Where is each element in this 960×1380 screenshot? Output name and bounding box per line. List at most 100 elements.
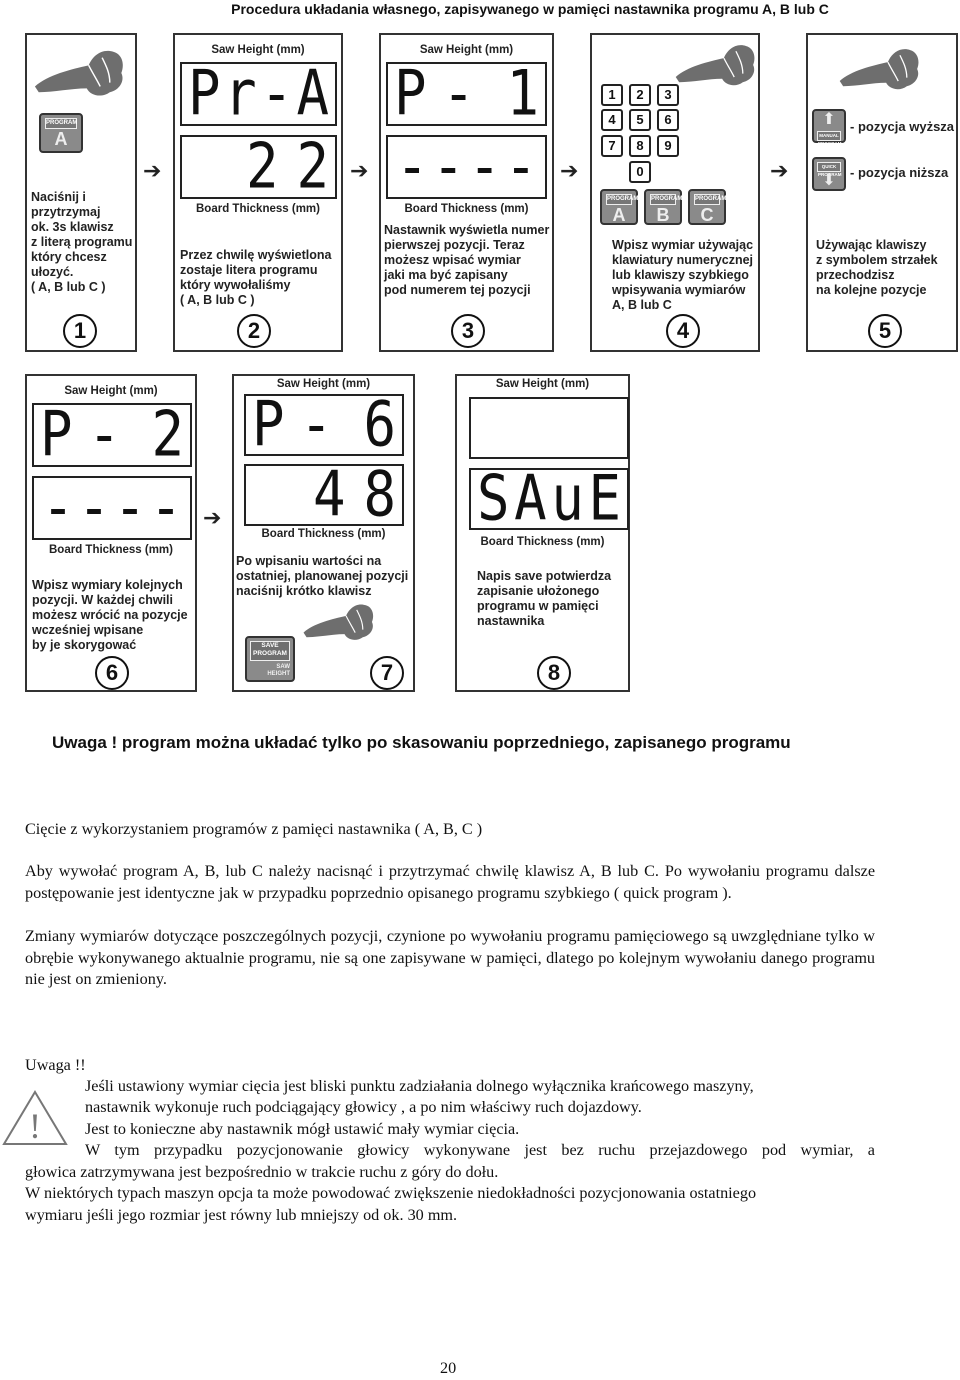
keypad-key-3[interactable]: 3 [657,84,679,106]
lcd-digit: E [588,462,621,535]
section-heading: Cięcie z wykorzystaniem programów z pami… [25,820,483,838]
caution-heading: Uwaga !! [25,1056,86,1074]
board-thickness-display: S A u E [469,462,629,535]
keypad-key-4[interactable]: 4 [601,109,623,131]
position-up-key[interactable]: ⬆ MANUAL PROGRAM [812,109,846,146]
arrow-right-icon: ➔ [203,505,222,530]
step-4-description: Wpisz wymiar używając klawiatury numeryc… [612,238,754,312]
step-5-number: 5 [868,314,902,348]
keypad-key-5[interactable]: 5 [629,109,651,131]
board-thickness-label: Board Thickness (mm) [196,203,320,215]
save-program-key[interactable]: SAVE PROGRAM SAW HEIGHT [245,636,295,682]
lcd-digit: A [296,57,329,130]
position-down-label: - pozycja niższa [850,165,949,180]
program-a-key[interactable]: PROGRAM A [600,189,638,225]
step-3-description: Nastawnik wyświetla numer pierwszej pozy… [384,223,550,297]
lcd-digit: A [514,462,547,535]
program-key-letter: A [612,205,626,225]
board-thickness-label: Board Thickness (mm) [49,544,173,556]
page-number: 20 [440,1359,457,1377]
lcd-digit: 2 [151,398,184,471]
section-paragraph-2: Zmiany wymiarów dotyczące poszczególnych… [25,927,875,988]
step-1-panel: PROGRAM A Naciśnij i przytrzymaj ok. 3s … [25,33,137,352]
lcd-digit: P [394,57,427,130]
lcd-digit: - [77,471,111,544]
board-thickness-label: Board Thickness (mm) [261,528,386,540]
lcd-digit: - [88,398,121,471]
step-4-number: 4 [666,314,700,348]
keypad-key-1[interactable]: 1 [601,84,623,106]
step-2-panel: Saw Height (mm) P r - A 2 2 Board Thickn… [173,33,343,352]
step-8-description: Napis save potwierdza zapisanie ułożoneg… [477,569,612,628]
arrow-up-icon: ⬆ [822,111,836,128]
program-a-key[interactable]: PROGRAM A [39,113,83,153]
board-thickness-label: Board Thickness (mm) [480,536,605,548]
board-thickness-display: 4 8 [244,458,404,531]
caution-line-5: głowica zatrzymywana jest bezpośrednio w… [25,1163,499,1181]
step-5-description: Używając klawiszy z symbolem strzałek pr… [816,238,938,297]
step-7-description: Po wpisaniu wartości na ostatniej, plano… [236,554,409,598]
lcd-digit: 1 [506,57,539,130]
section-paragraph-1: Aby wywołać program A, B, lub C należy n… [25,862,875,902]
caution-line-2: nastawnik wykonuje ruch podciągający gło… [85,1098,642,1116]
lcd-digit: - [300,388,333,461]
step-2-number: 2 [237,314,271,348]
lcd-digit: - [395,130,429,203]
lcd-digit: P [252,388,285,461]
arrow-down-icon: ⬇ [822,172,836,189]
keypad-key-6[interactable]: 6 [657,109,679,131]
arrow-right-icon: ➔ [350,158,369,183]
lcd-digit: S [477,462,510,535]
saw-height-display [469,397,629,459]
lcd-digit: - [442,57,475,130]
saw-height-label: Saw Height (mm) [64,385,158,397]
page-title: Procedura układania własnego, zapisywane… [231,1,829,17]
arrow-right-icon: ➔ [770,158,789,183]
program-b-key[interactable]: PROGRAM B [644,189,682,225]
arrow-right-icon: ➔ [560,158,579,183]
lcd-digit: 2 [296,130,329,203]
step-5-panel: ⬆ MANUAL PROGRAM - pozycja wyższa QUICK … [806,33,958,352]
lcd-digit: 2 [245,130,279,203]
program-key-tag: PROGRAM [606,194,638,205]
keypad-key-8[interactable]: 8 [629,135,651,157]
caution-line-6: W niektórych typach maszyn opcja ta może… [25,1184,757,1202]
program-key-letter: B [656,205,670,225]
step-8-panel: Saw Height (mm) S A u E Board Thickness … [455,374,630,692]
step-6-number: 6 [95,656,129,690]
step-1-number: 1 [63,314,97,348]
lcd-digit: - [41,471,75,544]
board-thickness-label: Board Thickness (mm) [404,203,529,215]
lcd-digit: 8 [363,458,396,531]
svg-text:!: ! [29,1106,41,1146]
position-down-key[interactable]: QUICK PROGRAM ⬇ [812,157,846,191]
board-thickness-display: 2 2 [180,135,337,199]
lcd-digit: P [188,57,221,130]
keypad-key-2[interactable]: 2 [629,84,651,106]
step-6-description: Wpisz wymiary kolejnych pozycji. W każde… [32,578,188,652]
step-7-number: 7 [370,656,404,690]
saw-height-label: Saw Height (mm) [419,44,514,56]
warning-banner: Uwaga ! program można układać tylko po s… [52,733,791,752]
pressing-hand-icon [839,48,920,90]
step-8-number: 8 [537,656,571,690]
step-1-description: Naciśnij i przytrzymaj ok. 3s klawisz z … [31,190,133,294]
lcd-digit: - [149,471,183,544]
program-key-tag: PROGRAM [650,194,682,205]
position-up-label: - pozycja wyższa [850,119,955,134]
keypad-key-0[interactable]: 0 [629,161,651,183]
step-3-panel: Saw Height (mm) P - 1 - - - - Board Thic… [379,33,554,352]
program-key-tag: PROGRAM [45,118,77,129]
keypad-key-7[interactable]: 7 [601,135,623,157]
lcd-digit: u [551,462,584,535]
lcd-digit: 4 [312,458,346,531]
program-c-key[interactable]: PROGRAM C [688,189,726,225]
lcd-digit: P [40,398,73,471]
pressing-hand-icon [675,44,756,86]
pressing-hand-icon [34,50,124,97]
lcd-digit: - [113,471,147,544]
lcd-digit: - [504,130,538,203]
lcd-digit: - [260,57,293,130]
lcd-digit: - [468,130,501,203]
keypad-key-9[interactable]: 9 [657,135,679,157]
